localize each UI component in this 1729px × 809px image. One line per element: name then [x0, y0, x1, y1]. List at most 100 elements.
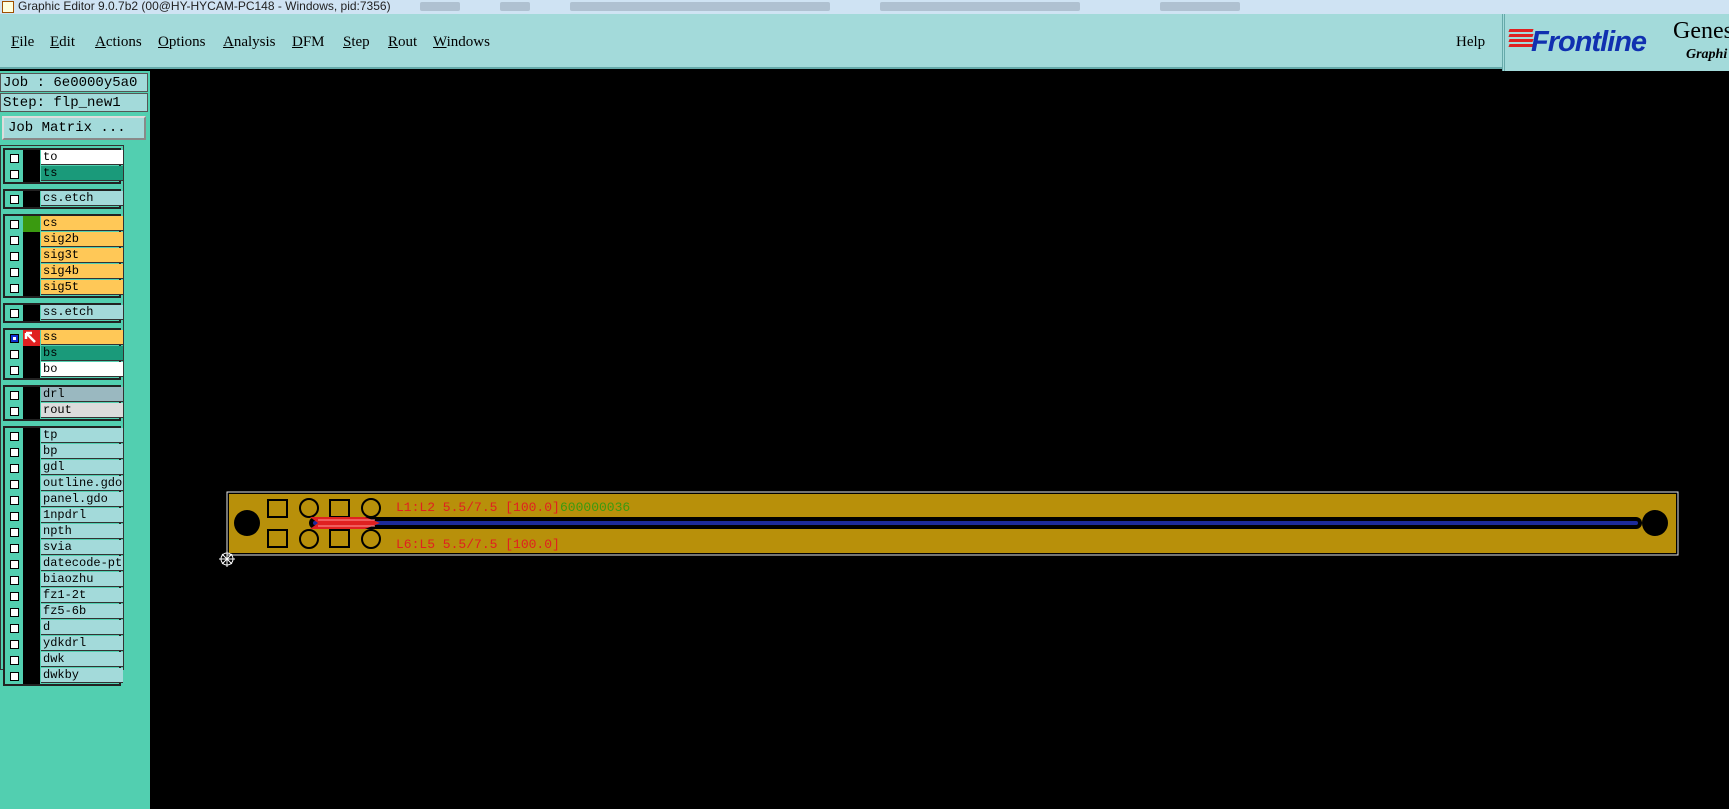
layer-name[interactable]: sig4b — [41, 264, 123, 279]
layer-color-swatch[interactable] — [23, 232, 40, 248]
layer-name[interactable]: cs.etch — [41, 191, 123, 206]
layer-row-bp[interactable]: bp — [5, 444, 123, 460]
layer-checkbox[interactable] — [10, 656, 19, 665]
layer-color-swatch[interactable] — [23, 248, 40, 264]
layer-checkbox[interactable] — [10, 512, 19, 521]
layer-name[interactable]: fz1-2t — [41, 588, 123, 603]
layer-row-dwk[interactable]: dwk — [5, 652, 123, 668]
layer-checkbox[interactable] — [10, 220, 19, 229]
layer-row-fz5-6b[interactable]: fz5-6b — [5, 604, 123, 620]
layer-row-sig4b[interactable]: sig4b — [5, 264, 123, 280]
menu-analysis[interactable]: Analysis — [223, 34, 276, 51]
layer-row-sig3t[interactable]: sig3t — [5, 248, 123, 264]
layer-name[interactable]: bs — [41, 346, 123, 361]
layer-row-outline.gdo[interactable]: outline.gdo — [5, 476, 123, 492]
layer-name[interactable]: ydkdrl — [41, 636, 123, 651]
layer-checkbox[interactable] — [10, 407, 19, 416]
layer-name[interactable]: to — [41, 150, 123, 165]
layer-checkbox[interactable] — [10, 448, 19, 457]
menu-actions[interactable]: Actions — [95, 34, 142, 51]
layer-checkbox[interactable] — [10, 350, 19, 359]
layer-color-swatch[interactable] — [23, 428, 40, 444]
layer-name[interactable]: 1npdrl — [41, 508, 123, 523]
layer-name[interactable]: dwk — [41, 652, 123, 667]
layer-row-to[interactable]: to — [5, 150, 123, 166]
layer-name[interactable]: biaozhu — [41, 572, 123, 587]
menu-dfm[interactable]: DFM — [292, 34, 325, 51]
layer-checkbox[interactable] — [10, 464, 19, 473]
layer-name[interactable]: outline.gdo — [41, 476, 123, 491]
work-layer-arrow-icon[interactable] — [23, 330, 40, 346]
menu-rout[interactable]: Rout — [388, 34, 417, 51]
layer-checkbox[interactable] — [10, 528, 19, 537]
layer-row-ss[interactable]: ss — [5, 330, 123, 346]
layer-checkbox[interactable] — [10, 592, 19, 601]
layer-name[interactable]: rout — [41, 403, 123, 418]
layer-name[interactable]: fz5-6b — [41, 604, 123, 619]
layer-name[interactable]: bp — [41, 444, 123, 459]
layer-checkbox[interactable] — [10, 391, 19, 400]
layer-checkbox[interactable] — [10, 496, 19, 505]
layer-name[interactable]: panel.gdo — [41, 492, 123, 507]
layer-color-swatch[interactable] — [23, 508, 40, 524]
layer-row-drl[interactable]: drl — [5, 387, 123, 403]
layer-row-cs[interactable]: cs — [5, 216, 123, 232]
layer-color-swatch[interactable] — [23, 636, 40, 652]
layer-name[interactable]: ss — [41, 330, 123, 345]
menu-edit[interactable]: Edit — [50, 34, 75, 51]
layer-name[interactable]: drl — [41, 387, 123, 402]
layer-name[interactable]: sig2b — [41, 232, 123, 247]
layer-row-ss.etch[interactable]: ss.etch — [5, 305, 123, 321]
layer-name[interactable]: d — [41, 620, 123, 635]
menu-options[interactable]: Options — [158, 34, 206, 51]
layer-checkbox[interactable] — [10, 195, 19, 204]
layer-checkbox[interactable] — [10, 576, 19, 585]
layer-name[interactable]: svia — [41, 540, 123, 555]
layer-color-swatch[interactable] — [23, 403, 40, 419]
layer-checkbox[interactable] — [10, 560, 19, 569]
layer-color-swatch[interactable] — [23, 604, 40, 620]
layer-name[interactable]: ss.etch — [41, 305, 123, 320]
layer-checkbox[interactable] — [10, 334, 19, 343]
layer-color-swatch[interactable] — [23, 668, 40, 684]
layer-name[interactable]: gdl — [41, 460, 123, 475]
layer-color-swatch[interactable] — [23, 191, 40, 207]
layer-checkbox[interactable] — [10, 672, 19, 681]
layer-row-npth[interactable]: npth — [5, 524, 123, 540]
menu-file[interactable]: File — [11, 34, 34, 51]
layer-name[interactable]: sig5t — [41, 280, 123, 295]
layer-color-swatch[interactable] — [23, 150, 40, 166]
layer-row-svia[interactable]: svia — [5, 540, 123, 556]
layer-row-tp[interactable]: tp — [5, 428, 123, 444]
layer-checkbox[interactable] — [10, 170, 19, 179]
layer-color-swatch[interactable] — [23, 264, 40, 280]
layer-row-bo[interactable]: bo — [5, 362, 123, 378]
layer-name[interactable]: tp — [41, 428, 123, 443]
layer-checkbox[interactable] — [10, 480, 19, 489]
layer-checkbox[interactable] — [10, 432, 19, 441]
layer-checkbox[interactable] — [10, 268, 19, 277]
layer-checkbox[interactable] — [10, 608, 19, 617]
layer-row-ydkdrl[interactable]: ydkdrl — [5, 636, 123, 652]
layer-row-rout[interactable]: rout — [5, 403, 123, 419]
layer-color-swatch[interactable] — [23, 652, 40, 668]
layer-color-swatch[interactable] — [23, 305, 40, 321]
layer-row-biaozhu[interactable]: biaozhu — [5, 572, 123, 588]
layer-color-swatch[interactable] — [23, 280, 40, 296]
layer-color-swatch[interactable] — [23, 524, 40, 540]
layer-row-d[interactable]: d — [5, 620, 123, 636]
layer-color-swatch[interactable] — [23, 216, 40, 232]
layer-name[interactable]: npth — [41, 524, 123, 539]
layer-row-bs[interactable]: bs — [5, 346, 123, 362]
layer-color-swatch[interactable] — [23, 166, 40, 182]
layer-checkbox[interactable] — [10, 154, 19, 163]
layer-row-gdl[interactable]: gdl — [5, 460, 123, 476]
layer-name[interactable]: dwkby — [41, 668, 123, 683]
layer-row-fz1-2t[interactable]: fz1-2t — [5, 588, 123, 604]
layer-color-swatch[interactable] — [23, 387, 40, 403]
layer-name[interactable]: sig3t — [41, 248, 123, 263]
job-matrix-button[interactable]: Job Matrix ... — [2, 116, 146, 140]
layer-checkbox[interactable] — [10, 236, 19, 245]
layer-checkbox[interactable] — [10, 640, 19, 649]
graphic-canvas[interactable]: L1:L2 5.5/7.5 [100.0] 600000036 L6:L5 5.… — [150, 71, 1729, 809]
